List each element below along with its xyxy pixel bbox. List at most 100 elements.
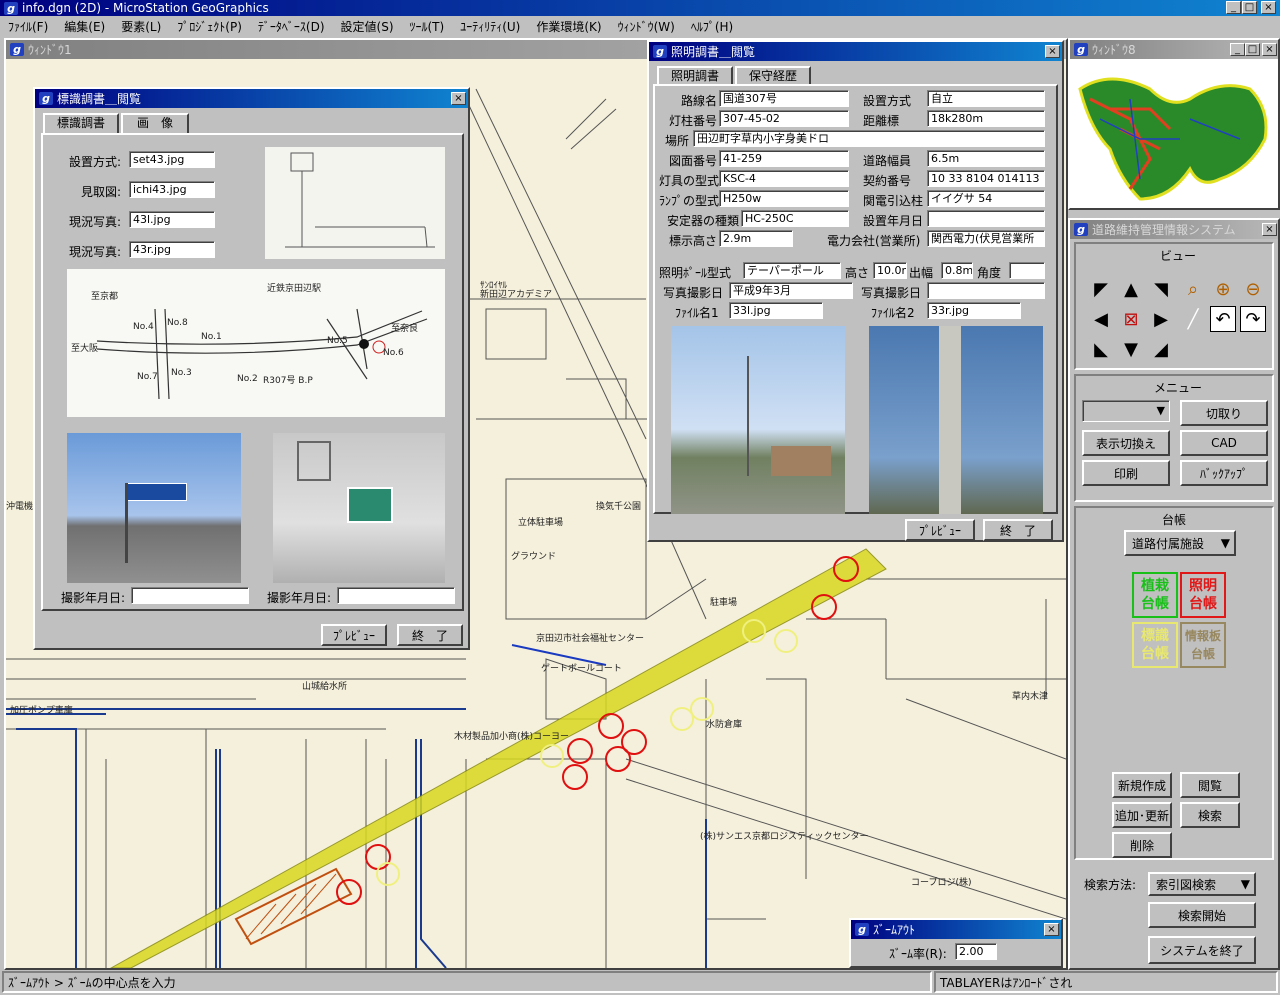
search-method-select[interactable]: 索引図検索 ▼ (1148, 872, 1256, 896)
lighting-field-value[interactable]: 307-45-02 (719, 110, 849, 127)
lighting-field-value[interactable] (927, 210, 1045, 227)
map-label-10: 水防倉庫 (706, 718, 742, 730)
zoom-window-icon[interactable]: ⌕ (1180, 276, 1206, 302)
redo-view-icon[interactable]: ↷ (1240, 306, 1266, 332)
sign-preview-button[interactable]: ﾌﾟﾚﾋﾞｭｰ (321, 624, 387, 646)
lighting-field-value[interactable]: H250w (719, 190, 849, 207)
menu-item[interactable]: 編集(E) (64, 18, 105, 35)
window8-maximize-button[interactable]: □ (1245, 43, 1260, 56)
menu-item[interactable]: 要素(L) (121, 18, 161, 35)
overhang-field[interactable]: 0.8m (941, 262, 973, 279)
lighting-field-value[interactable]: HC-250C (741, 210, 849, 227)
control-panel-close-button[interactable]: × (1262, 223, 1277, 236)
lighting-field-value[interactable]: 田辺町字草内小字身美ドロ (693, 130, 1045, 147)
menu-item[interactable]: ﾌﾟﾛｼﾞｪｸﾄ(P) (177, 18, 242, 35)
sign-exit-button[interactable]: 終 了 (397, 624, 463, 646)
lighting-field-value[interactable]: 2.9m (719, 230, 793, 247)
cad-button[interactable]: CAD (1180, 430, 1268, 456)
zoom-out-icon[interactable]: ⊖ (1240, 276, 1266, 302)
photo-date-field-1[interactable]: 平成9年3月 (729, 282, 853, 299)
lighting-field-value[interactable]: 10 33 8104 014113 (927, 170, 1045, 187)
sign-dialog-close-button[interactable]: × (451, 92, 466, 105)
tab-images[interactable]: 画 像 (121, 113, 189, 133)
pan-right-icon[interactable]: ▶ (1148, 306, 1174, 332)
install-method-field[interactable]: set43.jpg (129, 151, 215, 168)
info-board-ledger-sublabel: 台帳 (1190, 647, 1215, 661)
zoom-out-close-button[interactable]: × (1044, 923, 1059, 936)
shoot-date-field-left[interactable] (131, 587, 249, 604)
menu-item[interactable]: ﾕｰﾃｨﾘﾃｨ(U) (460, 18, 520, 35)
pan-up-left-icon[interactable]: ◤ (1088, 276, 1114, 302)
file-name-field-2[interactable]: 33r.jpg (927, 302, 1021, 319)
pan-down-icon[interactable]: ▼ (1118, 336, 1144, 362)
lighting-preview-button[interactable]: ﾌﾟﾚﾋﾞｭｰ (905, 519, 975, 541)
sketch-field[interactable]: ichi43.jpg (129, 181, 215, 198)
minimize-button[interactable]: _ (1226, 1, 1241, 14)
pan-up-right-icon[interactable]: ◥ (1148, 276, 1174, 302)
lighting-field-value[interactable]: 18k280m (927, 110, 1045, 127)
toggle-display-button[interactable]: 表示切換え (1082, 430, 1170, 456)
menu-item[interactable]: ｳｨﾝﾄﾞｳ(W) (618, 18, 675, 35)
shoot-date-field-right[interactable] (337, 587, 455, 604)
menu-item[interactable]: ﾃﾞｰﾀﾍﾞｰｽ(D) (258, 18, 325, 35)
browse-button[interactable]: 閲覧 (1180, 772, 1240, 798)
lighting-dialog-close-button[interactable]: × (1045, 45, 1060, 58)
menu-select[interactable]: ▼ (1082, 400, 1170, 422)
lighting-field-value[interactable]: 関西電力(伏見営業所 (927, 230, 1045, 247)
photo-date-field-2[interactable] (927, 282, 1045, 299)
info-board-ledger-button[interactable]: 情報板 台帳 (1180, 622, 1226, 668)
line-tool-icon[interactable]: ╱ (1180, 306, 1206, 332)
field-label: 見取図: (81, 185, 122, 199)
search-button[interactable]: 検索 (1180, 802, 1240, 828)
cut-button[interactable]: 切取り (1180, 400, 1268, 426)
add-update-button[interactable]: 追加･更新 (1112, 802, 1172, 828)
overview-map[interactable] (1070, 59, 1278, 208)
lighting-field-value[interactable]: KSC-4 (719, 170, 849, 187)
tab-sign-report[interactable]: 標識調書 (43, 113, 119, 133)
exit-system-button[interactable]: システムを終了 (1148, 936, 1256, 964)
pan-left-icon[interactable]: ◀ (1088, 306, 1114, 332)
lighting-field-value[interactable]: 自立 (927, 90, 1045, 107)
print-button[interactable]: 印刷 (1082, 460, 1170, 486)
tab-lighting-report[interactable]: 照明調書 (657, 66, 733, 86)
lighting-field-value[interactable]: 国道307号 (719, 90, 849, 107)
tab-maintenance-history[interactable]: 保守経歴 (735, 66, 811, 86)
window8-close-button[interactable]: × (1262, 43, 1277, 56)
angle-field[interactable] (1009, 262, 1045, 279)
menu-item[interactable]: 作業環境(K) (536, 18, 601, 35)
pole-type-field[interactable]: テーパーポール (743, 262, 841, 279)
ledger-select[interactable]: 道路付属施設 ▼ (1124, 530, 1236, 556)
zoom-out-title: ｽﾞｰﾑｱｳﾄ (873, 923, 916, 937)
height-field[interactable]: 10.0m (873, 262, 907, 279)
menu-item[interactable]: ﾌｧｲﾙ(F) (8, 18, 48, 35)
zoom-in-icon[interactable]: ⊕ (1210, 276, 1236, 302)
lighting-ledger-button[interactable]: 照明 台帳 (1180, 572, 1226, 618)
lighting-photo-left (671, 326, 845, 514)
planting-ledger-button[interactable]: 植栽 台帳 (1132, 572, 1178, 618)
search-start-button[interactable]: 検索開始 (1148, 902, 1256, 928)
lighting-field-value[interactable]: イイグサ 54 (927, 190, 1045, 207)
pan-up-icon[interactable]: ▲ (1118, 276, 1144, 302)
fit-view-icon[interactable]: ⊠ (1118, 306, 1144, 332)
backup-button[interactable]: ﾊﾞｯｸｱｯﾌﾟ (1180, 460, 1268, 486)
menu-item[interactable]: 設定値(S) (341, 18, 394, 35)
maximize-button[interactable]: □ (1242, 1, 1257, 14)
photo-left-field[interactable]: 43l.jpg (129, 211, 215, 228)
menu-item[interactable]: ﾂｰﾙ(T) (410, 18, 445, 35)
ledger-label: 台帳 (1162, 513, 1187, 527)
lighting-field-value[interactable]: 41-259 (719, 150, 849, 167)
undo-view-icon[interactable]: ↶ (1210, 306, 1236, 332)
pan-down-left-icon[interactable]: ◣ (1088, 336, 1114, 362)
lighting-field-value[interactable]: 6.5m (927, 150, 1045, 167)
menu-item[interactable]: ﾍﾙﾌﾟ(H) (691, 18, 733, 35)
zoom-ratio-field[interactable]: 2.00 (955, 943, 997, 960)
photo-right-field[interactable]: 43r.jpg (129, 241, 215, 258)
close-app-button[interactable]: × (1261, 1, 1276, 14)
file-name-field-1[interactable]: 33l.jpg (729, 302, 823, 319)
lighting-exit-button[interactable]: 終 了 (983, 519, 1053, 541)
sign-ledger-button[interactable]: 標識 台帳 (1132, 622, 1178, 668)
window8-minimize-button[interactable]: _ (1230, 43, 1245, 56)
pan-down-right-icon[interactable]: ◢ (1148, 336, 1174, 362)
new-button[interactable]: 新規作成 (1112, 772, 1172, 798)
delete-button[interactable]: 削除 (1112, 832, 1172, 858)
